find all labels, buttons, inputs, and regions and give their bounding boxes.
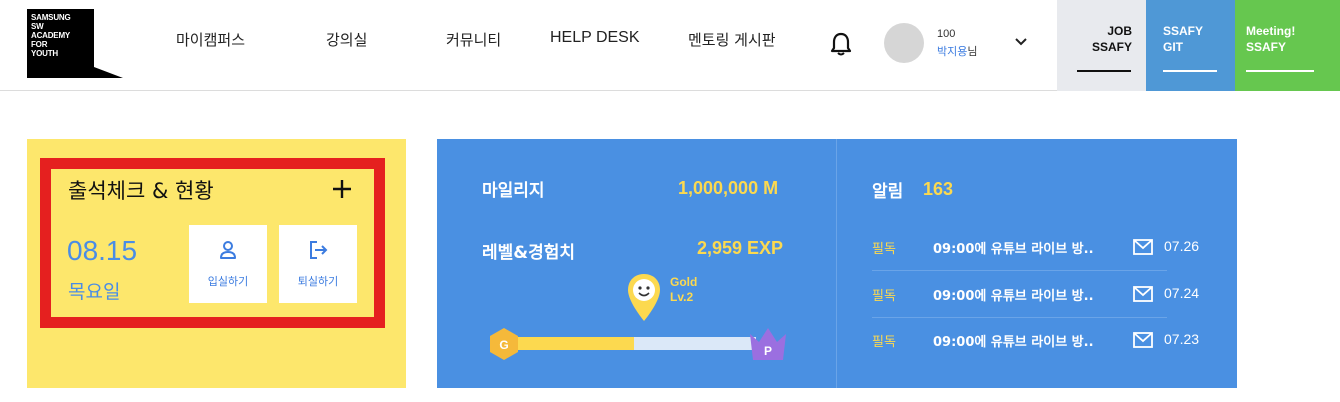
- meeting-ssafy-button[interactable]: Meeting! SSAFY: [1235, 0, 1340, 91]
- mail-icon: [1133, 286, 1153, 302]
- notification-item[interactable]: 필독 09:00에 유튜브 라이브 방.. 07.26: [872, 238, 1202, 284]
- job-underline: [1077, 70, 1131, 72]
- meeting-underline: [1246, 70, 1314, 72]
- logo-text: SAMSUNG SW ACADEMY FOR YOUTH: [31, 13, 71, 58]
- notification-item[interactable]: 필독 09:00에 유튜브 라이브 방.. 07.24: [872, 285, 1202, 331]
- logo-line: FOR: [31, 40, 48, 49]
- nav-help-desk[interactable]: HELP DESK: [550, 29, 640, 47]
- user-name-text: 박지용: [937, 45, 968, 58]
- checkin-button[interactable]: 입실하기: [189, 225, 267, 303]
- job-ssafy-line2: SSAFY: [1091, 40, 1132, 54]
- ssafy-git-line2: GIT: [1163, 40, 1183, 54]
- notification-separator: [872, 317, 1167, 318]
- level-value: 2,959 EXP: [697, 238, 784, 258]
- mail-icon: [1133, 239, 1153, 255]
- level-label: 레벨&경험치: [482, 243, 576, 263]
- nav-my-campus[interactable]: 마이캠퍼스: [176, 29, 245, 50]
- notification-item[interactable]: 필독 09:00에 유튜브 라이브 방.. 07.23: [872, 331, 1202, 377]
- grade-level: Lv.2: [670, 290, 694, 304]
- user-name-suffix: 님: [967, 45, 978, 58]
- chevron-down-icon[interactable]: [1013, 34, 1029, 50]
- logo-line: SAMSUNG: [31, 13, 71, 22]
- platinum-crown-badge: P: [750, 328, 786, 360]
- notification-tag: 필독: [872, 242, 896, 257]
- job-ssafy-line1: JOB: [1107, 24, 1132, 38]
- attendance-title: 출석체크 & 현황: [68, 179, 214, 203]
- grade-label: Gold Lv.2: [670, 275, 697, 305]
- git-underline: [1163, 70, 1217, 72]
- notifications-count: 163: [923, 179, 954, 199]
- mileage-value: 1,000,000 M: [678, 178, 779, 198]
- grade-name: Gold: [670, 275, 698, 289]
- notification-date: 07.24: [1164, 285, 1200, 301]
- top-header: SAMSUNG SW ACADEMY FOR YOUTH 마이캠퍼스 강의실 커…: [0, 0, 1340, 91]
- notification-date: 07.23: [1164, 331, 1200, 347]
- logo-line: SW: [31, 22, 44, 31]
- gold-badge-letter: G: [499, 338, 508, 352]
- notification-text: 09:00에 유튜브 라이브 방..: [933, 289, 1094, 304]
- logo-line: YOUTH: [31, 49, 59, 58]
- stats-divider: [836, 139, 837, 388]
- logo-line: ACADEMY: [31, 31, 71, 40]
- nav-classroom[interactable]: 강의실: [326, 29, 367, 50]
- meeting-line1: Meeting!: [1246, 24, 1296, 38]
- notification-date: 07.26: [1164, 238, 1200, 254]
- user-number: 100: [937, 28, 956, 40]
- notifications-title: 알림: [872, 182, 904, 202]
- gold-pin-icon: [628, 274, 660, 321]
- exp-progress-fill: [508, 337, 635, 350]
- ssafy-git-button[interactable]: SSAFY GIT: [1146, 0, 1235, 91]
- nav-community[interactable]: 커뮤니티: [446, 29, 501, 50]
- mileage-label: 마일리지: [482, 181, 545, 201]
- mail-icon: [1133, 332, 1153, 348]
- logout-icon: [310, 241, 328, 259]
- gold-grade-badge: G: [490, 328, 518, 360]
- nav-mentoring-board[interactable]: 멘토링 게시판: [688, 29, 776, 50]
- bell-icon[interactable]: [830, 31, 852, 57]
- notification-text: 09:00에 유튜브 라이브 방..: [933, 242, 1094, 257]
- plus-icon[interactable]: [331, 178, 353, 200]
- checkin-label: 입실하기: [207, 275, 249, 288]
- meeting-line2: SSAFY: [1246, 40, 1287, 54]
- user-name[interactable]: 박지용님: [937, 43, 978, 59]
- notification-separator: [872, 270, 1167, 271]
- platinum-badge-letter: P: [764, 344, 772, 358]
- job-ssafy-button[interactable]: JOB SSAFY: [1057, 0, 1146, 91]
- notification-tag: 필독: [872, 289, 896, 304]
- avatar[interactable]: [884, 23, 924, 63]
- attendance-weekday: 목요일: [68, 281, 121, 303]
- checkout-button[interactable]: 퇴실하기: [279, 225, 357, 303]
- ssafy-logo[interactable]: SAMSUNG SW ACADEMY FOR YOUTH: [27, 9, 123, 78]
- ssafy-git-line1: SSAFY: [1163, 24, 1204, 38]
- exp-progress-bar: [508, 337, 756, 350]
- checkout-label: 퇴실하기: [297, 275, 339, 288]
- notification-text: 09:00에 유튜브 라이브 방..: [933, 335, 1094, 350]
- user-icon: [220, 241, 236, 259]
- attendance-date: 08.15: [67, 235, 138, 266]
- notification-tag: 필독: [872, 335, 896, 350]
